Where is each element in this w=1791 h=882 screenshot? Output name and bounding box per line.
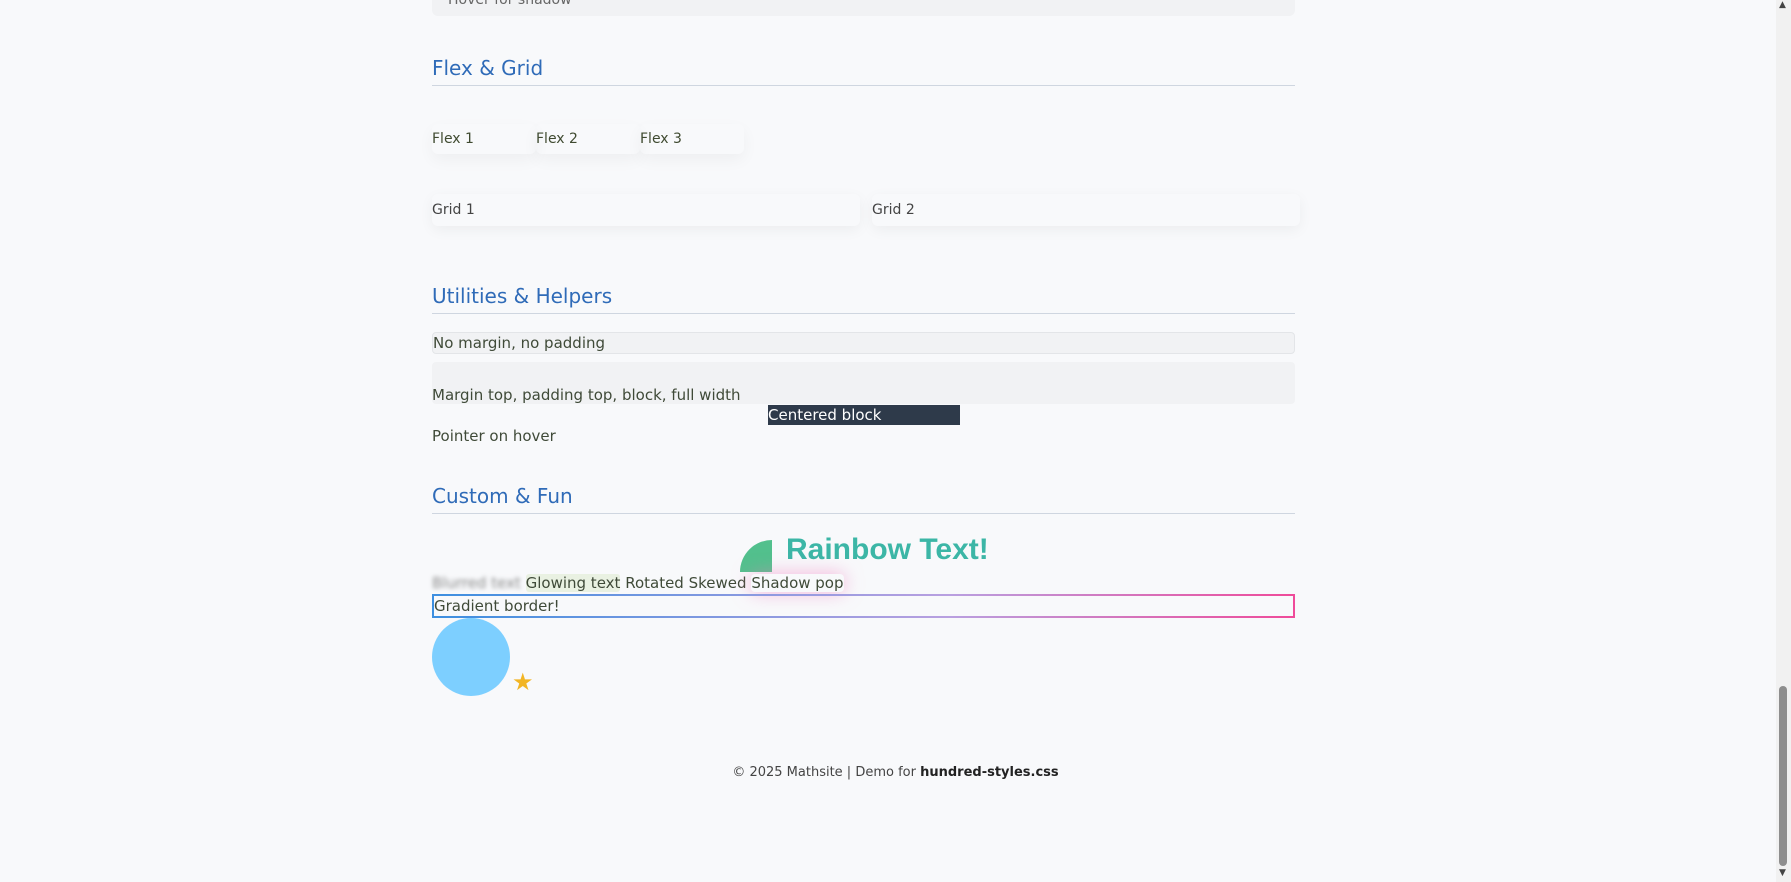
glowing-text: Glowing text: [525, 574, 621, 592]
flex-item-3: Flex 3: [640, 124, 744, 154]
vertical-scrollbar[interactable]: ▲ ▼: [1776, 0, 1791, 882]
flex-item-1: Flex 1: [432, 124, 536, 154]
hover-shadow-label: Hover for shadow: [448, 0, 572, 8]
footer-text: © 2025 Mathsite | Demo for: [732, 765, 916, 780]
quarter-circle-shape: [740, 540, 772, 572]
footer: © 2025 Mathsite | Demo for hundred-style…: [0, 765, 1791, 780]
shadow-pop-text[interactable]: Shadow pop: [751, 574, 843, 592]
bubble-circle: [432, 618, 510, 696]
section-title-custom-fun: Custom & Fun: [432, 484, 573, 508]
section-divider: [432, 85, 1295, 86]
section-title-flex-grid: Flex & Grid: [432, 56, 544, 80]
section-divider: [432, 513, 1295, 514]
rotated-text: Rotated: [625, 574, 684, 592]
hover-shadow-card[interactable]: Hover for shadow: [432, 0, 1295, 16]
blurred-text: Blurred text: [432, 574, 521, 592]
rainbow-text: Rainbow Text!: [786, 533, 989, 566]
section-divider: [432, 313, 1295, 314]
no-margin-box: No margin, no padding: [432, 332, 1295, 354]
margin-top-box: Margin top, padding top, block, full wid…: [432, 362, 1295, 404]
fun-effects-row: Blurred text Glowing text Rotated Skewed…: [432, 574, 844, 592]
pointer-on-hover[interactable]: Pointer on hover: [432, 427, 556, 445]
grid-item-1: Grid 1: [432, 194, 860, 226]
margin-top-label: Margin top, padding top, block, full wid…: [432, 386, 741, 404]
flex-item-2: Flex 2: [536, 124, 640, 154]
scrollbar-thumb[interactable]: [1779, 686, 1787, 866]
star-icon: ★: [512, 668, 534, 696]
grid-item-2: Grid 2: [872, 194, 1300, 226]
gradient-border-box: Gradient border!: [432, 594, 1295, 618]
footer-stylesheet-name: hundred-styles.css: [920, 765, 1059, 780]
skewed-text: Skewed: [688, 574, 747, 592]
section-title-utilities: Utilities & Helpers: [432, 284, 613, 308]
scroll-up-arrow-icon[interactable]: ▲: [1779, 0, 1786, 10]
scroll-down-arrow-icon[interactable]: ▼: [1779, 868, 1786, 878]
centered-block: Centered block: [768, 405, 960, 425]
